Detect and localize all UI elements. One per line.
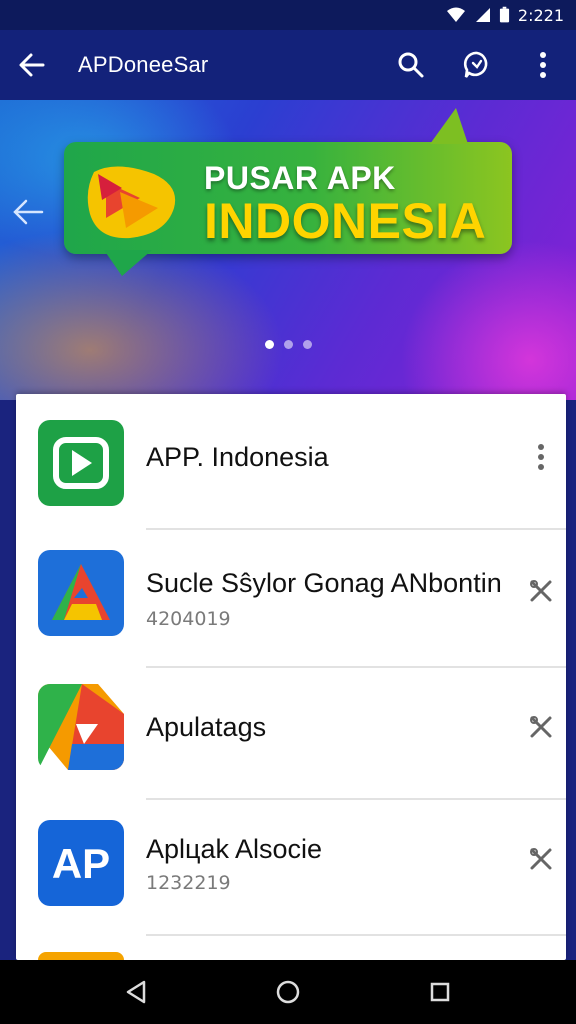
- tools-icon: [530, 848, 552, 870]
- carousel-prev-button[interactable]: [6, 190, 50, 234]
- more-button[interactable]: [526, 442, 556, 472]
- app-name: Sucle Sŝylor Gonag ANbontin: [146, 568, 502, 598]
- banner-tail-decoration: [104, 250, 152, 276]
- more-vert-icon: [538, 444, 544, 470]
- play-logo-icon: [87, 166, 176, 239]
- nav-recents-button[interactable]: [412, 964, 468, 1020]
- app-meta: 4204019: [146, 608, 231, 630]
- carousel-dot[interactable]: [264, 340, 274, 349]
- app-icon: [38, 684, 124, 770]
- app-list: APP. Indonesia Sucle Sŝylor Gonag ANbont…: [16, 394, 566, 960]
- back-button[interactable]: [0, 30, 64, 100]
- divider: [146, 934, 566, 936]
- app-name: Apulatags: [146, 712, 267, 742]
- arrow-back-icon: [19, 53, 45, 77]
- wifi-icon: [446, 7, 465, 22]
- overflow-menu-button[interactable]: [510, 30, 576, 100]
- battery-icon: [499, 6, 509, 23]
- search-button[interactable]: [378, 30, 444, 100]
- app-icon: [38, 550, 124, 636]
- hero-carousel[interactable]: PUSAR APK INDONESIA: [0, 100, 576, 400]
- carousel-dot[interactable]: [283, 340, 293, 349]
- hero-banner-card: PUSAR APK INDONESIA: [64, 108, 512, 276]
- list-item[interactable]: AP Aplцak Alsocie 1232219: [16, 800, 566, 936]
- square-recents-icon: [430, 982, 450, 1002]
- app-bar: APDoneeSar: [0, 30, 576, 100]
- chat-bubble-icon: [463, 51, 488, 78]
- app-name: APP. Indonesia: [146, 442, 329, 472]
- tools-icon: [530, 580, 552, 602]
- more-vert-icon: [540, 52, 546, 78]
- nav-home-button[interactable]: [260, 964, 316, 1020]
- chat-button[interactable]: [444, 30, 510, 100]
- list-item[interactable]: APP. Indonesia: [16, 394, 566, 530]
- tools-icon: [530, 716, 552, 738]
- list-item-partial: [38, 952, 124, 960]
- search-icon: [398, 52, 424, 78]
- list-item[interactable]: Apulatags: [16, 668, 566, 804]
- tools-button[interactable]: [526, 712, 556, 742]
- svg-text:AP: AP: [52, 840, 110, 887]
- nav-back-button[interactable]: [108, 964, 164, 1020]
- app-bar-title: APDoneeSar: [78, 52, 209, 77]
- list-item[interactable]: Sucle Sŝylor Gonag ANbontin 4204019: [16, 530, 566, 666]
- circle-home-icon: [276, 980, 300, 1004]
- app-icon: [38, 420, 124, 506]
- banner-tip-decoration: [430, 108, 468, 144]
- hero-title-line2: INDONESIA: [204, 193, 487, 249]
- carousel-dot[interactable]: [302, 340, 312, 349]
- arrow-back-icon: [13, 199, 44, 225]
- tools-button[interactable]: [526, 576, 556, 606]
- tools-button[interactable]: [526, 844, 556, 874]
- status-time: 2:221: [517, 5, 564, 25]
- status-bar: 2:221: [0, 0, 576, 30]
- signal-icon: [475, 8, 490, 22]
- system-nav-bar: [0, 960, 576, 1024]
- carousel-indicator: [0, 340, 576, 349]
- hero-blob-decoration: [400, 240, 576, 400]
- app-meta: 1232219: [146, 872, 231, 894]
- app-icon: AP: [38, 820, 124, 906]
- app-name: Aplцak Alsocie: [146, 834, 323, 864]
- triangle-back-icon: [126, 980, 146, 1004]
